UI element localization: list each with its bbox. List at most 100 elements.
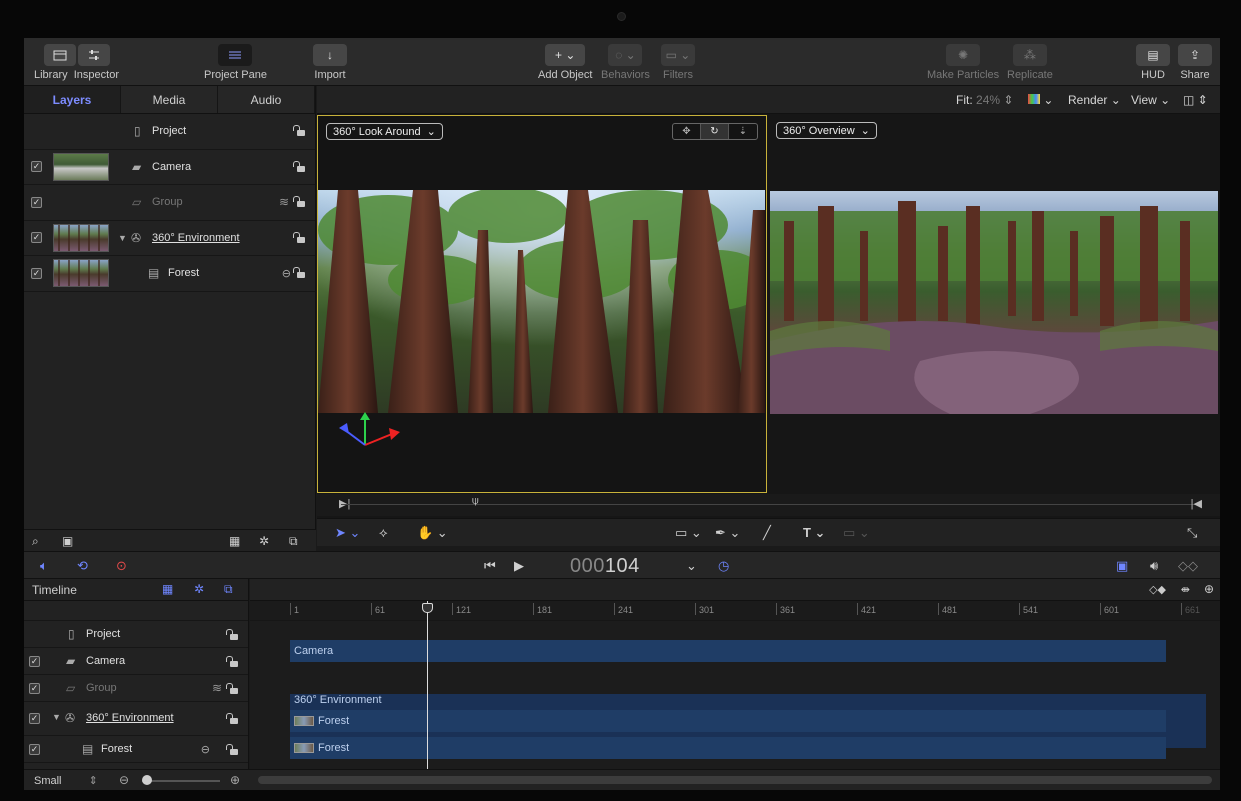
layout-menu[interactable]: ◫ ⇕ <box>1183 93 1208 107</box>
audio-timeline-icon[interactable]: 🔊︎ <box>1150 558 1158 574</box>
lock-icon[interactable] <box>293 160 305 172</box>
lock-icon[interactable] <box>226 683 238 694</box>
timing-icon[interactable]: ◷ <box>718 558 729 574</box>
tab-layers[interactable]: Layers <box>24 86 121 113</box>
timecode-display[interactable]: 000104 <box>570 555 640 578</box>
timeline-row-camera[interactable]: ✓ ▰ Camera <box>24 648 248 675</box>
bezier-pen-icon[interactable]: ✒ ⌄ <box>715 525 740 541</box>
layer-row-forest[interactable]: ✓ ▤ Forest ⊖ <box>24 256 315 292</box>
3d-axis-gizmo[interactable] <box>337 412 407 452</box>
layer-checkbox[interactable]: ✓ <box>29 713 40 724</box>
lock-icon[interactable] <box>293 125 305 137</box>
tab-audio[interactable]: Audio <box>218 86 315 113</box>
lock-icon[interactable] <box>293 267 305 279</box>
link-icon[interactable]: ⊖ <box>201 743 210 756</box>
checkerboard-icon[interactable]: ▦ <box>162 582 173 596</box>
hud-button[interactable]: ▤ <box>1136 44 1170 66</box>
record-icon[interactable]: ⊙ <box>116 558 127 574</box>
mini-playhead[interactable]: ⍦ <box>472 495 479 508</box>
zoom-slider-track[interactable] <box>142 780 220 782</box>
layer-checkbox[interactable]: ✓ <box>29 656 40 667</box>
lock-icon[interactable] <box>226 744 238 755</box>
layer-checkbox[interactable]: ✓ <box>31 161 42 173</box>
transform-icon[interactable]: ⟡ <box>379 525 388 541</box>
color-channels-menu[interactable]: ⌄ <box>1028 93 1053 107</box>
timeline-row-project[interactable]: ▯ Project <box>24 621 248 648</box>
zoom-in-icon[interactable]: ⊕ <box>230 773 240 787</box>
layer-row-group[interactable]: ✓ ▱ Group ≋ <box>24 185 315 221</box>
timeline-row-group[interactable]: ✓ ▱ Group ≋ <box>24 675 248 702</box>
film-strip-icon[interactable]: ▣ <box>1116 558 1128 574</box>
render-menu[interactable]: Render ⌄ <box>1068 93 1121 107</box>
import-button[interactable]: ↓ <box>313 44 347 66</box>
chevron-down-icon[interactable]: ⌄ <box>686 558 697 574</box>
go-to-start-icon[interactable]: ⏮︎ <box>484 558 496 574</box>
track-forest-clip[interactable]: Forest <box>290 737 1166 759</box>
look-around-popup[interactable]: 360° Look Around ⌄ <box>326 123 443 140</box>
shape-rectangle-icon[interactable]: ▭ ⌄ <box>675 525 702 541</box>
new-group-icon[interactable]: ⧉ <box>224 582 233 597</box>
play-icon[interactable]: ▶ <box>514 558 524 574</box>
keyframe-editor-icon[interactable]: ◇◇ <box>1178 558 1198 574</box>
pan-icon[interactable]: ✥ <box>673 124 701 139</box>
playhead-line[interactable] <box>427 601 428 769</box>
disclosure-triangle-icon[interactable]: ▼ <box>118 233 127 243</box>
lock-icon[interactable] <box>293 231 305 243</box>
track-height-menu[interactable]: Small ⇕ <box>34 774 98 787</box>
project-pane-button[interactable] <box>218 44 253 66</box>
search-icon[interactable]: ⌕ <box>32 534 39 549</box>
replicate-button[interactable]: ⁂ <box>1012 44 1047 66</box>
checkerboard-icon[interactable]: ▦ <box>229 534 240 548</box>
make-particles-button[interactable]: ✺ <box>946 44 981 66</box>
view-menu[interactable]: View ⌄ <box>1131 93 1170 107</box>
gear-icon[interactable]: ✲ <box>259 534 269 548</box>
layer-checkbox[interactable]: ✓ <box>31 267 42 279</box>
inspector-button[interactable] <box>77 44 110 66</box>
tab-media[interactable]: Media <box>121 86 218 113</box>
layer-checkbox[interactable]: ✓ <box>31 232 42 244</box>
track-camera[interactable]: Camera <box>290 640 1166 662</box>
timeline-horizontal-scrollbar[interactable] <box>258 776 1212 784</box>
thumbnail-toggle-icon[interactable]: ▣ <box>62 534 73 548</box>
new-group-icon[interactable]: ⧉ <box>289 534 298 549</box>
fit-zoom-control[interactable]: Fit: 24% ⇕ <box>956 93 1013 107</box>
layer-checkbox[interactable]: ✓ <box>31 196 42 208</box>
overview-popup[interactable]: 360° Overview ⌄ <box>776 122 877 139</box>
disclosure-triangle-icon[interactable]: ▼ <box>52 712 61 722</box>
track-forest-group-clip[interactable]: Forest <box>290 710 1166 732</box>
text-tool-icon[interactable]: T ⌄ <box>803 525 825 541</box>
layer-row-camera[interactable]: ✓ ▰ Camera <box>24 150 315 185</box>
mask-icon[interactable]: ▭ ⌄ <box>843 525 870 541</box>
zoom-slider-knob[interactable] <box>142 775 152 785</box>
library-button[interactable] <box>43 44 76 66</box>
share-button[interactable]: ⇪ <box>1178 44 1212 66</box>
lock-icon[interactable] <box>226 713 238 724</box>
layer-checkbox[interactable]: ✓ <box>29 683 40 694</box>
lock-icon[interactable] <box>226 656 238 667</box>
hand-icon[interactable]: ✋ ⌄ <box>417 525 448 541</box>
link-icon[interactable]: ⊖ <box>282 267 291 280</box>
timeline-ruler[interactable]: 1 61 121 181 241 301 361 421 481 541 601 661 <box>250 601 1220 621</box>
play-range-out-marker[interactable]: |◀ <box>1191 497 1202 510</box>
snap-icon[interactable]: ⇼ <box>1181 583 1190 596</box>
zoom-out-icon[interactable]: ⊖ <box>119 773 129 787</box>
keyframe-nav-icon[interactable]: ◇◆ <box>1149 583 1166 596</box>
behaviors-button[interactable]: ◌ ⌄ <box>608 44 643 66</box>
loop-icon[interactable]: ⟲ <box>77 558 88 574</box>
audio-icon[interactable]: 🔈︎ <box>40 558 48 574</box>
dolly-icon[interactable]: ⇣ <box>729 124 757 139</box>
mini-timeline-scrubber[interactable]: ▶| ⍦ |◀ <box>317 494 1220 516</box>
playhead-handle[interactable] <box>422 603 433 613</box>
timeline-row-360-environment[interactable]: ✓ ▼ ✇ 360° Environment <box>24 702 248 736</box>
timeline-row-forest[interactable]: ✓ ▤ Forest ⊖ <box>24 736 248 763</box>
select-arrow-icon[interactable]: ➤ ⌄ <box>335 525 360 541</box>
layer-checkbox[interactable]: ✓ <box>29 744 40 755</box>
filters-button[interactable]: ▭ ⌄ <box>661 44 695 66</box>
gear-icon[interactable]: ✲ <box>194 582 204 596</box>
zoom-icon[interactable]: ⊕ <box>1204 582 1214 596</box>
orbit-icon[interactable]: ↻ <box>701 124 729 139</box>
fullscreen-icon[interactable]: ⤡ <box>1187 525 1197 541</box>
lock-icon[interactable] <box>226 629 238 640</box>
layer-row-project[interactable]: ▯ Project <box>24 114 315 150</box>
add-object-button[interactable]: + ⌄ <box>545 44 586 66</box>
